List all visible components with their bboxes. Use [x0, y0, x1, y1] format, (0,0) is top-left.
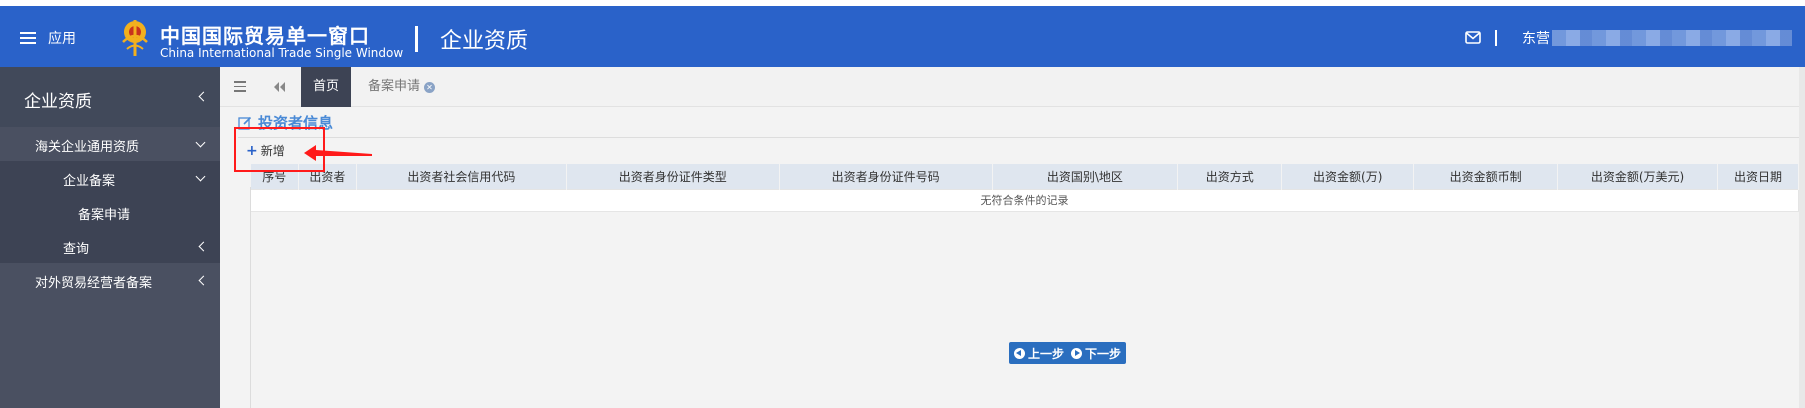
investor-table: 序号 出资者 出资者社会信用代码 出资者身份证件类型 出资者身份证件号码 出资国…: [250, 164, 1800, 212]
scrollbar[interactable]: [1799, 67, 1805, 408]
next-step-label: 下一步: [1085, 346, 1122, 361]
table-row: 无符合条件的记录: [250, 188, 1799, 212]
user-name-redacted: [1552, 30, 1792, 46]
sidebar-item-query[interactable]: 查询: [0, 229, 220, 263]
column-header[interactable]: 出资金额(万): [1281, 164, 1415, 189]
module-title: 企业资质: [440, 29, 529, 54]
user-menu[interactable]: 东营: [1522, 28, 1792, 48]
app-menu-button[interactable]: 应用: [20, 28, 76, 48]
sidebar-item-label: 海关企业通用资质: [35, 140, 140, 155]
column-header[interactable]: 出资方式: [1177, 164, 1283, 189]
arrow-left-circle-icon: [1014, 347, 1025, 359]
annotation-arrow: [304, 145, 372, 161]
main-content: 投资者信息 + 新增 序号 出资者 出资者社会信用代码 出资者身份证件类型 出资…: [220, 107, 1800, 408]
tab-home[interactable]: 首页: [301, 67, 351, 107]
sidebar-section-header[interactable]: 企业资质: [0, 67, 220, 127]
brand-title-cn: 中国国际贸易单一窗口: [160, 24, 370, 48]
table-border: [250, 187, 251, 408]
header-separator: [1495, 30, 1497, 46]
sidebar-item-foreign-trade-filing[interactable]: 对外贸易经营者备案: [0, 263, 220, 297]
chevron-left-icon: [198, 91, 209, 102]
sidebar-item-label: 企业备案: [63, 174, 116, 189]
column-header[interactable]: 出资日期: [1717, 164, 1800, 189]
sidebar-item-label: 备案申请: [78, 208, 131, 223]
column-header[interactable]: 出资金额币制: [1413, 164, 1559, 189]
previous-step-label: 上一步: [1028, 346, 1065, 361]
sidebar-item-enterprise-filing[interactable]: 企业备案: [0, 161, 220, 195]
chevron-down-icon: [195, 137, 206, 148]
sidebar-item-general-qualification[interactable]: 海关企业通用资质: [0, 127, 220, 161]
sidebar-section-title: 企业资质: [24, 92, 92, 112]
user-name-text: 东营: [1522, 31, 1550, 47]
sidebar-item-label: 查询: [63, 242, 90, 257]
column-header[interactable]: 出资者身份证件号码: [779, 164, 993, 189]
chevron-left-icon: [198, 241, 209, 252]
section-divider: [238, 137, 1799, 138]
close-icon[interactable]: ✕: [424, 81, 436, 93]
app-menu-label: 应用: [48, 31, 76, 47]
sidebar-item-filing-application[interactable]: 备案申请: [0, 195, 220, 229]
mail-icon[interactable]: [1465, 31, 1481, 44]
brand-title-en: China International Trade Single Window: [160, 46, 404, 60]
tab-menu-icon[interactable]: [234, 81, 246, 92]
column-header[interactable]: 出资者社会信用代码: [356, 164, 567, 189]
column-header[interactable]: 出资国别\地区: [992, 164, 1179, 189]
title-separator: [415, 26, 418, 52]
customs-emblem-logo: [122, 20, 148, 56]
chevron-down-icon: [195, 171, 206, 182]
previous-step-button[interactable]: 上一步: [1009, 342, 1070, 364]
hamburger-icon: [20, 31, 36, 45]
arrow-right-circle-icon: [1071, 347, 1082, 359]
tab-filing-application[interactable]: 备案申请 ✕: [358, 67, 445, 107]
tab-bar: 首页 备案申请 ✕: [220, 67, 1805, 107]
chevron-left-icon: [198, 275, 209, 286]
table-header-row: 序号 出资者 出资者社会信用代码 出资者身份证件类型 出资者身份证件号码 出资国…: [250, 164, 1800, 189]
sidebar-item-label: 对外贸易经营者备案: [35, 276, 153, 291]
column-header[interactable]: 出资者身份证件类型: [566, 164, 780, 189]
top-header: 应用 中国国际贸易单一窗口 China International Trade …: [0, 6, 1805, 67]
column-header[interactable]: 出资金额(万美元): [1557, 164, 1718, 189]
double-chevron-left-icon[interactable]: [272, 81, 286, 93]
sidebar: 企业资质 海关企业通用资质 企业备案 备案申请 查询 对外贸易经营者备案: [0, 67, 220, 408]
tab-label: 备案申请: [368, 79, 421, 94]
next-step-button[interactable]: 下一步: [1066, 342, 1127, 364]
empty-message: 无符合条件的记录: [250, 188, 1799, 212]
app-root: 应用 中国国际贸易单一窗口 China International Trade …: [0, 0, 1805, 408]
